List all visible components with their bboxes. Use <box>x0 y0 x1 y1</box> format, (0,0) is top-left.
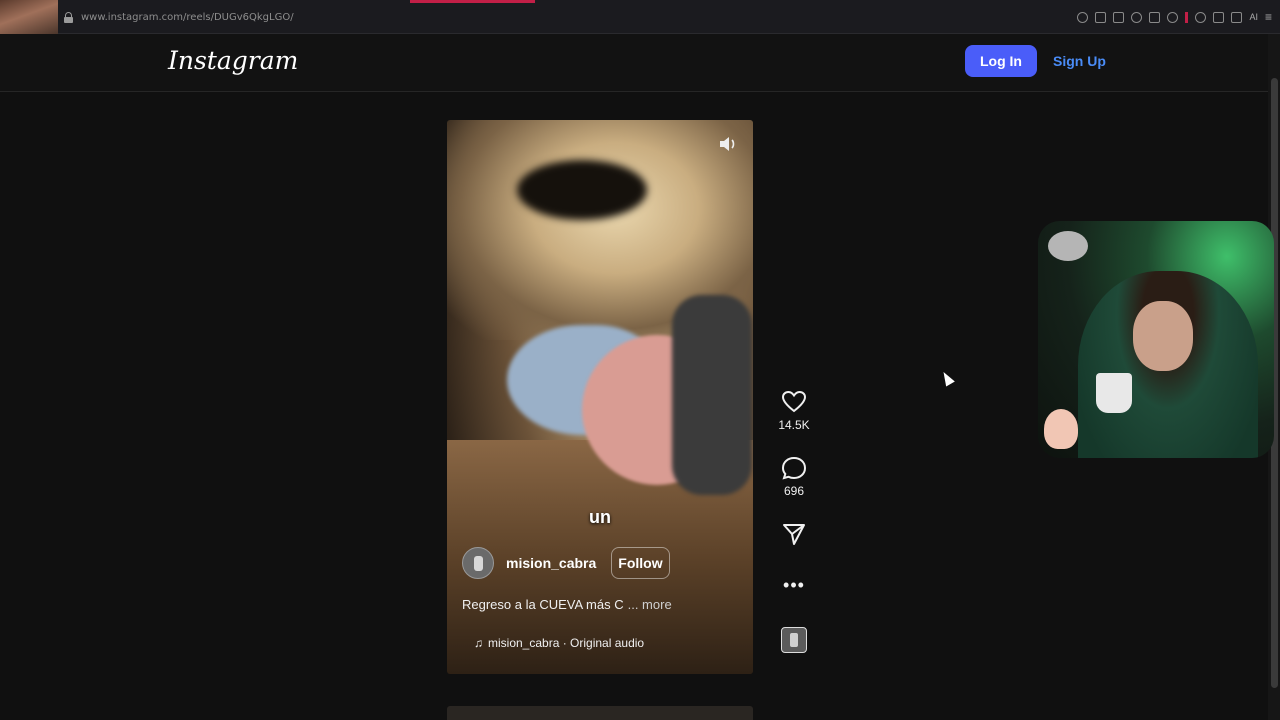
volume-icon[interactable] <box>718 135 738 153</box>
streamer-webcam <box>1038 221 1274 458</box>
webcam-lamp <box>1048 231 1088 261</box>
more-options-icon[interactable]: ••• <box>783 576 805 594</box>
download-icon[interactable] <box>1231 11 1243 23</box>
caption-more-link[interactable]: ... more <box>628 597 672 612</box>
instagram-logo[interactable]: Instagram <box>168 46 298 75</box>
avatar[interactable] <box>462 547 494 579</box>
share-icon[interactable] <box>781 522 807 546</box>
video-frame-helmet <box>672 295 752 495</box>
url-text[interactable]: www.instagram.com/reels/DUGv6QkgLGO/ <box>81 12 294 23</box>
follow-button[interactable]: Follow <box>611 547 670 579</box>
menu-icon[interactable]: ≡ <box>1265 10 1272 24</box>
zoom-icon[interactable] <box>1077 11 1089 23</box>
share-action[interactable] <box>774 522 814 546</box>
address-bar[interactable]: www.instagram.com/reels/DUGv6QkgLGO/ <box>64 10 294 24</box>
comment-count: 696 <box>783 484 805 498</box>
reel-audio[interactable]: ♫ mision_cabra · Original audio <box>474 636 644 650</box>
next-reel-preview[interactable] <box>447 706 753 720</box>
bookmark-icon[interactable] <box>1095 11 1107 23</box>
play-icon[interactable] <box>1149 11 1161 23</box>
video-subtitle: un <box>589 507 611 527</box>
extension-icon[interactable] <box>1195 11 1207 23</box>
browser-extension-icons: AI ≡ <box>1077 10 1272 24</box>
webcam-cup <box>1096 373 1132 413</box>
video-frame-gap <box>517 160 647 220</box>
music-note-icon: ♫ <box>474 636 483 650</box>
webcam-face <box>1133 301 1193 371</box>
author-username[interactable]: mision_cabra <box>506 555 596 571</box>
like-action[interactable]: 14.5K <box>774 390 814 432</box>
reel-caption: Regreso a la CUEVA más C ... more <box>462 597 672 612</box>
comment-icon[interactable] <box>781 456 807 480</box>
divider-icon <box>1185 11 1189 23</box>
more-options[interactable]: ••• <box>774 576 814 594</box>
comment-action[interactable]: 696 <box>774 456 814 498</box>
audio-label[interactable]: mision_cabra · Original audio <box>488 636 644 650</box>
signup-link[interactable]: Sign Up <box>1053 53 1106 69</box>
like-count: 14.5K <box>778 418 810 432</box>
audio-thumbnail[interactable] <box>781 627 807 653</box>
wallet-icon[interactable] <box>1213 11 1225 23</box>
browser-toolbar: www.instagram.com/reels/DUGv6QkgLGO/ AI … <box>0 0 1280 34</box>
screenshot-icon[interactable] <box>1113 11 1125 23</box>
ai-button[interactable]: AI <box>1249 12 1258 22</box>
login-button[interactable]: Log In <box>965 45 1037 77</box>
webcam-sticker <box>1044 409 1078 449</box>
heart-icon[interactable] <box>1167 11 1179 23</box>
reel-author-row: mision_cabra Follow <box>462 546 670 580</box>
shield-icon[interactable] <box>1131 11 1143 23</box>
active-tab-indicator <box>410 0 535 3</box>
mouse-cursor-icon <box>939 369 955 387</box>
reel-video[interactable] <box>447 120 753 674</box>
audio-thumbnail-action[interactable] <box>774 627 814 653</box>
heart-icon[interactable] <box>781 390 807 414</box>
lock-icon <box>64 11 73 23</box>
caption-text: Regreso a la CUEVA más C <box>462 597 624 612</box>
instagram-header: Instagram Log In Sign Up <box>0 34 1268 92</box>
